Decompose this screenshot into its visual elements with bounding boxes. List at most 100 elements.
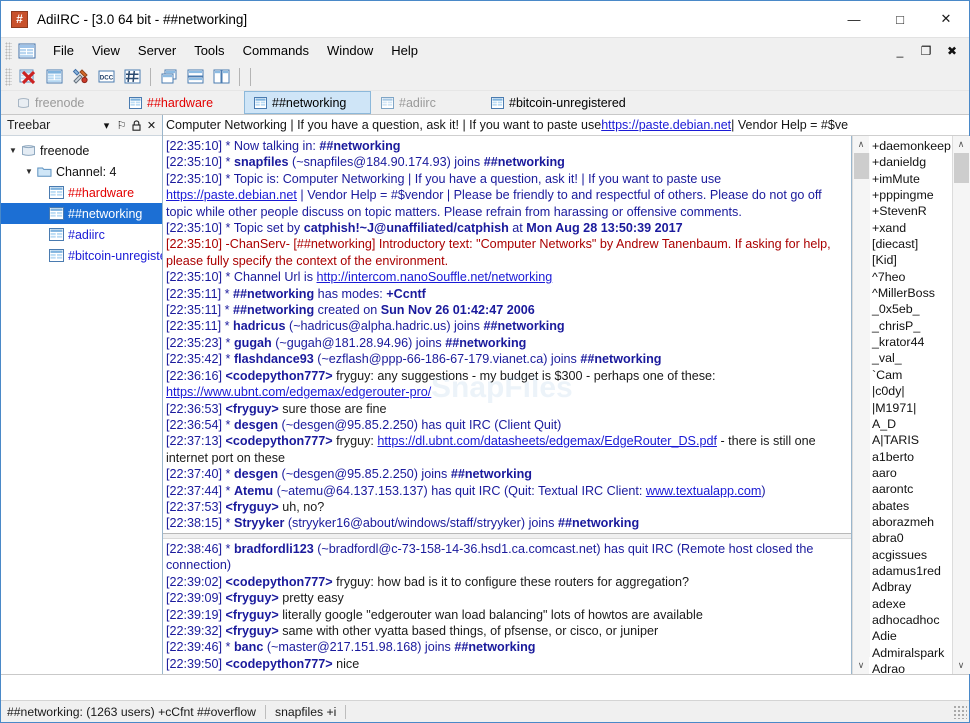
nick-list-item[interactable]: ^MillerBoss	[872, 285, 952, 301]
nick-list-item[interactable]: Adie	[872, 628, 952, 644]
twisty-icon[interactable]: ▼	[21, 167, 37, 176]
chat-link[interactable]: www.textualapp.com	[646, 484, 762, 498]
nick-list-item[interactable]: `Cam	[872, 367, 952, 383]
nick-list-item[interactable]: aborazmeh	[872, 514, 952, 530]
nick-list-item[interactable]: Admiralspark	[872, 645, 952, 661]
topic-link[interactable]: https://paste.debian.net	[601, 118, 731, 132]
nick-list-item[interactable]: adhocadhoc	[872, 612, 952, 628]
dcc-icon[interactable]: DCC	[95, 66, 117, 88]
lock-icon[interactable]	[129, 117, 144, 134]
channel-list-icon[interactable]	[43, 66, 65, 88]
maximize-button[interactable]: □	[877, 1, 923, 37]
menu-grip-icon[interactable]	[5, 41, 12, 60]
tree-node-freenode[interactable]: ▼ freenode	[1, 140, 162, 161]
menu-item-file[interactable]: File	[44, 40, 83, 61]
nick-list-item[interactable]: Adbray	[872, 579, 952, 595]
tree-node-networking[interactable]: ##networking	[1, 203, 162, 224]
channels-icon[interactable]	[121, 66, 143, 88]
nick-list-item[interactable]: _val_	[872, 350, 952, 366]
tab-bitcoin-unregistered[interactable]: #bitcoin-unregistered	[481, 91, 636, 114]
nick-list-item[interactable]: abates	[872, 498, 952, 514]
nick-list-item[interactable]: adamus1red	[872, 563, 952, 579]
menu-item-view[interactable]: View	[83, 40, 129, 61]
options-icon[interactable]	[69, 66, 91, 88]
nicklist-scroll-thumb[interactable]	[953, 153, 969, 183]
chat-link[interactable]: https://dl.ubnt.com/datasheets/edgemax/E…	[377, 434, 717, 448]
close-icon[interactable]: ✕	[144, 117, 159, 134]
nick-list-item[interactable]: aaro	[872, 465, 952, 481]
nick-list-item[interactable]: A_D	[872, 416, 952, 432]
nick-list-item[interactable]: +daemonkeep	[872, 138, 952, 154]
chat-scrollbar[interactable]: ∧ ∨	[852, 136, 870, 674]
scroll-up-icon[interactable]: ∧	[852, 136, 870, 153]
nick-list-item[interactable]: a1berto	[872, 449, 952, 465]
tab-networking[interactable]: ##networking	[244, 91, 371, 114]
chat-scroll-track[interactable]	[852, 153, 870, 657]
nick-list-item[interactable]: +danieldg	[872, 154, 952, 170]
tree-node-channel-folder[interactable]: ▼ Channel: 4	[1, 161, 162, 182]
chat-link[interactable]: https://www.ubnt.com/edgemax/edgerouter-…	[166, 385, 431, 399]
chat-scroll-thumb[interactable]	[853, 153, 869, 179]
nick-list-item[interactable]: |c0dy|	[872, 383, 952, 399]
pin-icon[interactable]: ⚐	[114, 117, 129, 134]
chevron-down-icon[interactable]: ▾	[99, 117, 114, 134]
mdi-minimize-button[interactable]: _	[887, 39, 913, 63]
chat-log-lower[interactable]: [22:38:46] * bradfordli123 (~bradfordl@c…	[163, 539, 851, 674]
menu-item-commands[interactable]: Commands	[234, 40, 318, 61]
tab-freenode[interactable]: freenode	[7, 91, 119, 114]
chat-text: -ChanServ- [##networking] Introductory t…	[166, 237, 831, 268]
message-input[interactable]	[161, 676, 969, 699]
nick-list-item[interactable]: +StevenR	[872, 203, 952, 219]
nicklist-scrollbar[interactable]: ∧ ∨	[952, 136, 970, 674]
chat-log-upper[interactable]: [22:35:10] * Now talking in: ##networkin…	[163, 136, 851, 533]
scroll-down-icon[interactable]: ∨	[852, 657, 870, 674]
nick-list-item[interactable]: acgissues	[872, 547, 952, 563]
nick-list-item[interactable]: _0x5eb_	[872, 301, 952, 317]
mdi-close-button[interactable]: ✖	[939, 39, 965, 63]
nick-list-item[interactable]: adexe	[872, 596, 952, 612]
menu-item-server[interactable]: Server	[129, 40, 185, 61]
nick-list-item[interactable]: +pppingme	[872, 187, 952, 203]
tile-vertical-icon[interactable]	[210, 66, 232, 88]
tree-node-hardware[interactable]: ##hardware	[1, 182, 162, 203]
chat-link[interactable]: http://intercom.nanoSouffle.net/networki…	[317, 270, 553, 284]
scroll-down-icon[interactable]: ∨	[952, 657, 970, 674]
topic-bar[interactable]: Computer Networking | If you have a ques…	[163, 115, 969, 136]
chat-line: [22:37:53] <fryguy> uh, no?	[166, 499, 848, 515]
nick-list-item[interactable]: ^7heo	[872, 269, 952, 285]
menu-item-help[interactable]: Help	[382, 40, 427, 61]
tab-adiirc[interactable]: #adiirc	[371, 91, 481, 114]
nick-list[interactable]: +daemonkeep +danieldg +imMute +pppingme +Ste…	[869, 136, 952, 674]
twisty-icon[interactable]: ▼	[5, 146, 21, 155]
menu-item-tools[interactable]: Tools	[185, 40, 233, 61]
mdi-restore-button[interactable]: ❐	[913, 39, 939, 63]
menu-item-window[interactable]: Window	[318, 40, 382, 61]
toolbar-grip-icon[interactable]	[5, 67, 12, 86]
chat-link[interactable]: https://paste.debian.net	[166, 188, 297, 202]
minimize-button[interactable]: —	[831, 1, 877, 37]
channel-window: Computer Networking | If you have a ques…	[163, 115, 970, 674]
nick-list-item[interactable]: Adrao	[872, 661, 952, 674]
resize-grip-icon[interactable]	[953, 704, 967, 719]
scroll-up-icon[interactable]: ∧	[952, 136, 970, 153]
tile-horizontal-icon[interactable]	[184, 66, 206, 88]
nicklist-scroll-track[interactable]	[952, 153, 970, 657]
nick-list-item[interactable]: +imMute	[872, 171, 952, 187]
disconnect-icon[interactable]	[17, 66, 39, 88]
nick-list-item[interactable]: _krator44	[872, 334, 952, 350]
tab-hardware[interactable]: ##hardware	[119, 91, 244, 114]
nick-list-item[interactable]: _chrisP_	[872, 318, 952, 334]
tree-node-bitcoin-unregistered[interactable]: #bitcoin-unregiste	[1, 245, 162, 266]
nick-list-item[interactable]: aarontc	[872, 481, 952, 497]
nick-list-item[interactable]: +xand	[872, 220, 952, 236]
nick-list-item[interactable]: [diecast]	[872, 236, 952, 252]
nick-list-item[interactable]: abra0	[872, 530, 952, 546]
nick-list-item[interactable]: |M1971|	[872, 400, 952, 416]
tree-node-adiirc[interactable]: #adiirc	[1, 224, 162, 245]
chat-line: [22:35:10] * Now talking in: ##networkin…	[166, 138, 848, 154]
close-button[interactable]: ✕	[923, 1, 969, 37]
cascade-icon[interactable]	[158, 66, 180, 88]
nick-list-item[interactable]: A|TARIS	[872, 432, 952, 448]
nick-list-item[interactable]: [Kid]	[872, 252, 952, 268]
system-menu-icon[interactable]	[18, 43, 36, 59]
